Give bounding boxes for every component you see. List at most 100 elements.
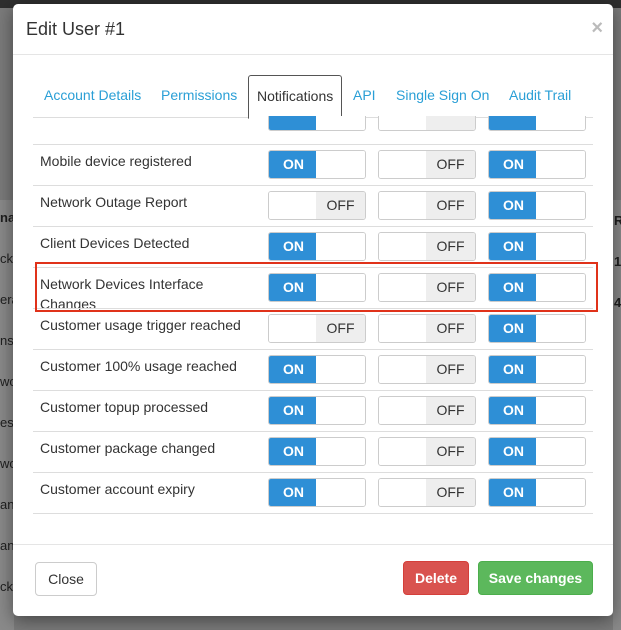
toggle-off-label — [316, 233, 365, 260]
notification-label: Customer account expiry — [40, 481, 195, 497]
channel-3-toggle[interactable]: ON — [488, 355, 586, 384]
channel-1-toggle[interactable]: ON — [268, 478, 366, 507]
toggle-off-label — [316, 116, 365, 130]
toggle-off-label: OFF — [426, 479, 475, 506]
close-button[interactable]: Close — [35, 562, 97, 596]
channel-1-toggle[interactable]: OFF — [268, 314, 366, 343]
delete-button[interactable]: Delete — [403, 561, 469, 595]
channel-1-toggle[interactable]: ON — [268, 396, 366, 425]
toggle-off-label: OFF — [426, 192, 475, 219]
notification-row: Customer topup processed ON OFF ON — [33, 390, 593, 432]
toggle-on-label: ON — [489, 479, 538, 506]
notification-label: Client Devices Detected — [40, 235, 190, 251]
channel-1-toggle[interactable]: ON — [268, 355, 366, 384]
toggle-on-label: ON — [269, 274, 318, 301]
channel-2-toggle[interactable]: OFF — [378, 150, 476, 179]
toggle-off-label: OFF — [316, 192, 365, 219]
toggle-off-label — [536, 192, 585, 219]
channel-3-toggle[interactable]: ON — [488, 437, 586, 466]
toggle-off-label: OFF — [426, 233, 475, 260]
tab-account-details[interactable]: Account Details — [44, 74, 141, 116]
channel-2-toggle[interactable]: OFF — [378, 314, 476, 343]
channel-1-toggle[interactable] — [268, 116, 366, 131]
notification-row: Customer account expiry ON OFF ON — [33, 472, 593, 514]
background-cell: era — [0, 292, 14, 307]
save-changes-button[interactable]: Save changes — [478, 561, 593, 595]
channel-3-toggle[interactable]: ON — [488, 191, 586, 220]
channel-3-toggle[interactable]: ON — [488, 396, 586, 425]
background-cell: 4 — [614, 295, 621, 310]
toggle-on-label — [269, 116, 318, 130]
notification-label: Customer topup processed — [40, 399, 209, 415]
toggle-on-label: ON — [269, 438, 318, 465]
channel-2-toggle[interactable]: OFF — [378, 396, 476, 425]
toggle-off-label: OFF — [426, 315, 475, 342]
toggle-off-label: OFF — [426, 151, 475, 178]
toggle-off-label — [536, 315, 585, 342]
toggle-off-label — [536, 233, 585, 260]
toggle-on-label: ON — [489, 397, 538, 424]
tab-notifications[interactable]: Notifications — [248, 75, 343, 119]
notification-label: Network Outage Report — [40, 194, 188, 210]
notification-row: Customer package changed ON OFF ON — [33, 431, 593, 473]
edit-user-modal: Edit User #1 × Account Details Permissio… — [13, 4, 613, 616]
channel-2-toggle[interactable]: OFF — [378, 355, 476, 384]
toggle-on-label — [379, 397, 428, 424]
channel-3-toggle[interactable]: ON — [488, 232, 586, 261]
channel-2-toggle[interactable]: OFF — [378, 478, 476, 507]
channel-1-toggle[interactable]: ON — [268, 437, 366, 466]
background-cell: 1 — [614, 254, 621, 269]
toggle-on-label: ON — [489, 192, 538, 219]
channel-1-toggle[interactable]: OFF — [268, 191, 366, 220]
channel-3-toggle[interactable]: ON — [488, 478, 586, 507]
toggle-on-label: ON — [269, 356, 318, 383]
toggle-off-label — [426, 116, 475, 130]
close-icon[interactable]: × — [591, 17, 603, 40]
notifications-list[interactable]: Mobile device registered ON OFF ON Network O… — [33, 116, 593, 528]
toggle-on-label — [379, 274, 428, 301]
toggle-off-label — [536, 397, 585, 424]
toggle-on-label — [379, 315, 428, 342]
notification-row: Network Devices Interface Changes ON OFF ON — [33, 267, 593, 312]
channel-1-toggle[interactable]: ON — [268, 232, 366, 261]
toggle-off-label — [536, 438, 585, 465]
toggle-on-label — [379, 356, 428, 383]
notification-label: Customer usage trigger reached — [40, 317, 241, 333]
toggle-on-label — [379, 151, 428, 178]
channel-3-toggle[interactable] — [488, 116, 586, 131]
toggle-on-label — [379, 233, 428, 260]
channel-1-toggle[interactable]: ON — [268, 273, 366, 302]
channel-1-toggle[interactable]: ON — [268, 150, 366, 179]
tab-permissions[interactable]: Permissions — [161, 74, 237, 116]
toggle-on-label: ON — [489, 233, 538, 260]
toggle-on-label: ON — [269, 397, 318, 424]
tab-api[interactable]: API — [353, 74, 376, 116]
notification-label: Mobile device registered — [40, 153, 192, 169]
channel-3-toggle[interactable]: ON — [488, 273, 586, 302]
channel-2-toggle[interactable]: OFF — [378, 437, 476, 466]
toggle-off-label — [536, 116, 585, 130]
toggle-on-label: ON — [269, 479, 318, 506]
channel-3-toggle[interactable]: ON — [488, 150, 586, 179]
channel-2-toggle[interactable]: OFF — [378, 232, 476, 261]
toggle-on-label — [269, 315, 318, 342]
background-cell: nsi — [0, 333, 14, 348]
background-cell: and — [0, 538, 14, 553]
toggle-off-label — [536, 151, 585, 178]
background-cell: na — [0, 210, 14, 225]
channel-2-toggle[interactable] — [378, 116, 476, 131]
notification-label: Customer package changed — [40, 440, 216, 456]
channel-2-toggle[interactable]: OFF — [378, 273, 476, 302]
toggle-off-label: OFF — [316, 315, 365, 342]
notification-row: Customer usage trigger reached OFF OFF ON — [33, 308, 593, 350]
toggle-off-label: OFF — [426, 438, 475, 465]
channel-3-toggle[interactable]: ON — [488, 314, 586, 343]
notification-row: Network Outage Report OFF OFF ON — [33, 185, 593, 227]
notification-row-partial — [33, 513, 593, 528]
channel-2-toggle[interactable]: OFF — [378, 191, 476, 220]
tab-single-sign-on[interactable]: Single Sign On — [396, 74, 489, 116]
toggle-on-label: ON — [489, 274, 538, 301]
toggle-off-label — [316, 397, 365, 424]
tab-audit-trail[interactable]: Audit Trail — [509, 74, 571, 116]
background-cell: es — [0, 415, 14, 430]
